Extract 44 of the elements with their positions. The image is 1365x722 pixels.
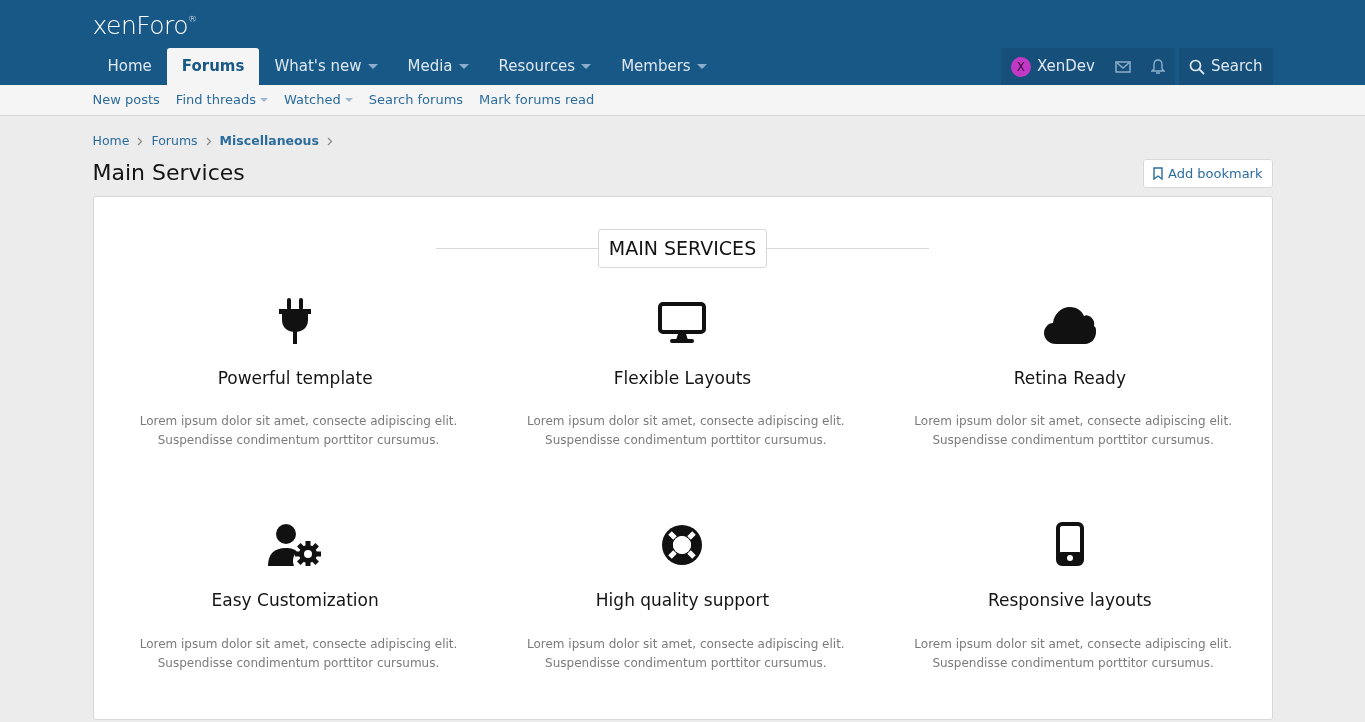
phone-icon [1055, 522, 1084, 567]
nav-tab[interactable]: Resources [483, 48, 607, 85]
add-bookmark-button[interactable]: Add bookmark [1143, 158, 1273, 189]
chevron-icon [326, 136, 333, 146]
nav-tab[interactable]: What's new [259, 48, 393, 85]
cloud-icon [1043, 305, 1096, 344]
service-description: Lorem ipsum dolor sit amet, consecte adipiscing elit. Suspendisse condimentum porttitor cursumus. [913, 413, 1233, 450]
plug-icon [278, 297, 313, 344]
section-heading: MAIN SERVICES [597, 229, 768, 268]
service-description: Lorem ipsum dolor sit amet, consecte adipiscing elit. Suspendisse condimentum porttitor cursumus. [138, 635, 459, 672]
user-gear-icon [268, 524, 323, 567]
nav-tab[interactable]: Media [392, 48, 484, 85]
service-description: Lorem ipsum dolor sit amet, consecte adipiscing elit. Suspendisse condimentum porttitor cursumus. [526, 413, 846, 450]
nav-tab[interactable]: Members [606, 48, 722, 85]
sub-nav-link[interactable]: Find threads [175, 90, 268, 110]
service-title: Powerful template [216, 367, 374, 389]
sub-nav-link[interactable]: Watched [284, 90, 353, 110]
sub-nav-link[interactable]: Mark forums read [479, 90, 595, 110]
search-icon [1188, 58, 1205, 75]
monitor-icon [658, 301, 707, 344]
sub-nav-link[interactable]: New posts [92, 90, 160, 110]
breadcrumb-link[interactable]: Forums [151, 132, 198, 151]
service-title: Flexible Layouts [612, 367, 753, 389]
service-description: Lorem ipsum dolor sit amet, consecte adipiscing elit. Suspendisse condimentum porttitor cursumus. [913, 635, 1233, 672]
service-description: Lorem ipsum dolor sit amet, consecte adipiscing elit. Suspendisse condimentum porttitor cursumus. [138, 413, 459, 450]
page-title: Main Services [92, 160, 245, 187]
breadcrumb-link[interactable]: Home [92, 132, 130, 151]
service-title: Easy Customization [210, 590, 380, 611]
user-menu[interactable]: X XenDev [1000, 48, 1105, 85]
search-button[interactable]: Search [1178, 48, 1273, 85]
service-title: Responsive layouts [986, 590, 1153, 611]
chevron-icon [137, 136, 144, 146]
avatar: X [1010, 56, 1031, 77]
lifebuoy-icon [661, 524, 704, 567]
breadcrumb-link[interactable]: Miscellaneous [219, 132, 319, 151]
service-title: Retina Ready [1012, 367, 1127, 389]
logo[interactable]: xenForo$^{®}$ [92, 0, 197, 48]
nav-tab[interactable]: Forums [166, 48, 260, 85]
sub-nav-link[interactable]: Search forums [368, 90, 464, 110]
chevron-icon [205, 136, 212, 146]
service-description: Lorem ipsum dolor sit amet, consecte adipiscing elit. Suspendisse condimentum porttitor cursumus. [526, 635, 846, 672]
service-title: High quality support [594, 590, 771, 611]
nav-tab[interactable]: Home [92, 48, 167, 85]
bookmark-icon [1153, 167, 1163, 180]
